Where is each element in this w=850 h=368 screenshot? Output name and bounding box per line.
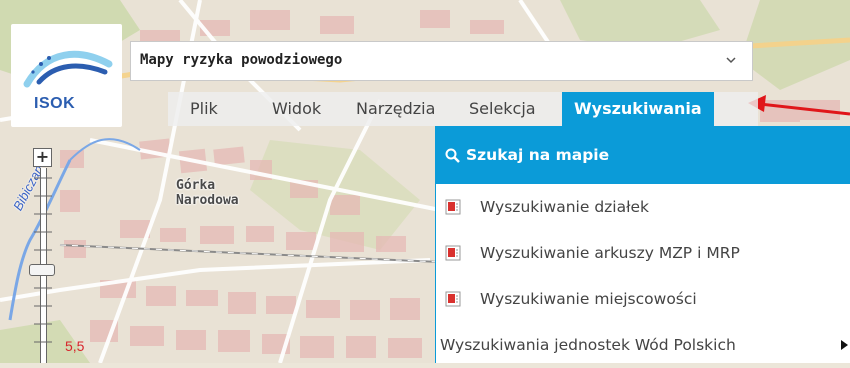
isok-logo[interactable]: ISOK bbox=[11, 24, 122, 127]
layer-select-value: Mapy ryzyka powodziowego bbox=[140, 52, 343, 68]
place-label: Górka Narodowa bbox=[176, 178, 239, 208]
menu-bar: Plik Widok Narzędzia Selekcja Wyszukiwan… bbox=[168, 92, 758, 126]
menu-item-label: Wyszukiwanie arkuszy MZP i MRP bbox=[480, 244, 740, 262]
submenu-arrow-icon bbox=[841, 340, 848, 350]
menu-item-wyszukiwanie-arkuszy[interactable]: Wyszukiwanie arkuszy MZP i MRP bbox=[436, 230, 850, 276]
menu-item-wyszukiwanie-dzialek[interactable]: Wyszukiwanie działek bbox=[436, 184, 850, 230]
menu-selekcja[interactable]: Selekcja bbox=[469, 92, 536, 126]
menu-narzedzia[interactable]: Narzędzia bbox=[356, 92, 435, 126]
magnifier-icon bbox=[445, 148, 460, 163]
menu-item-label: Wyszukiwanie miejscowości bbox=[480, 290, 697, 308]
menu-plik[interactable]: Plik bbox=[190, 92, 218, 126]
scale-number: 5,5 bbox=[65, 338, 85, 354]
chevron-down-icon bbox=[726, 57, 736, 64]
menu-item-szukaj-na-mapie[interactable]: Szukaj na mapie bbox=[436, 126, 850, 184]
menu-item-wyszukiwanie-miejscowosci[interactable]: Wyszukiwanie miejscowości bbox=[436, 276, 850, 322]
zoom-in-button[interactable]: + bbox=[33, 148, 52, 167]
menu-item-label: Wyszukiwanie działek bbox=[480, 198, 650, 216]
form-icon bbox=[445, 245, 461, 261]
logo-wave-icon bbox=[23, 50, 113, 88]
form-icon bbox=[445, 199, 461, 215]
zoom-slider-handle[interactable] bbox=[29, 264, 55, 276]
menu-item-label: Szukaj na mapie bbox=[466, 146, 610, 164]
search-dropdown-menu: Szukaj na mapie Wyszukiwanie działek Wys… bbox=[435, 126, 850, 363]
menu-wyszukiwania[interactable]: Wyszukiwania bbox=[562, 92, 714, 126]
logo-text: ISOK bbox=[34, 95, 76, 112]
menu-item-label: Wyszukiwania jednostek Wód Polskich bbox=[440, 336, 736, 354]
place-label-line-1: Górka bbox=[176, 178, 216, 193]
menu-widok[interactable]: Widok bbox=[272, 92, 321, 126]
layer-select[interactable]: Mapy ryzyka powodziowego bbox=[130, 41, 753, 81]
menu-item-jednostki-wod-polskich[interactable]: Wyszukiwania jednostek Wód Polskich bbox=[436, 322, 850, 368]
place-label-line-2: Narodowa bbox=[176, 193, 239, 208]
form-icon bbox=[445, 291, 461, 307]
